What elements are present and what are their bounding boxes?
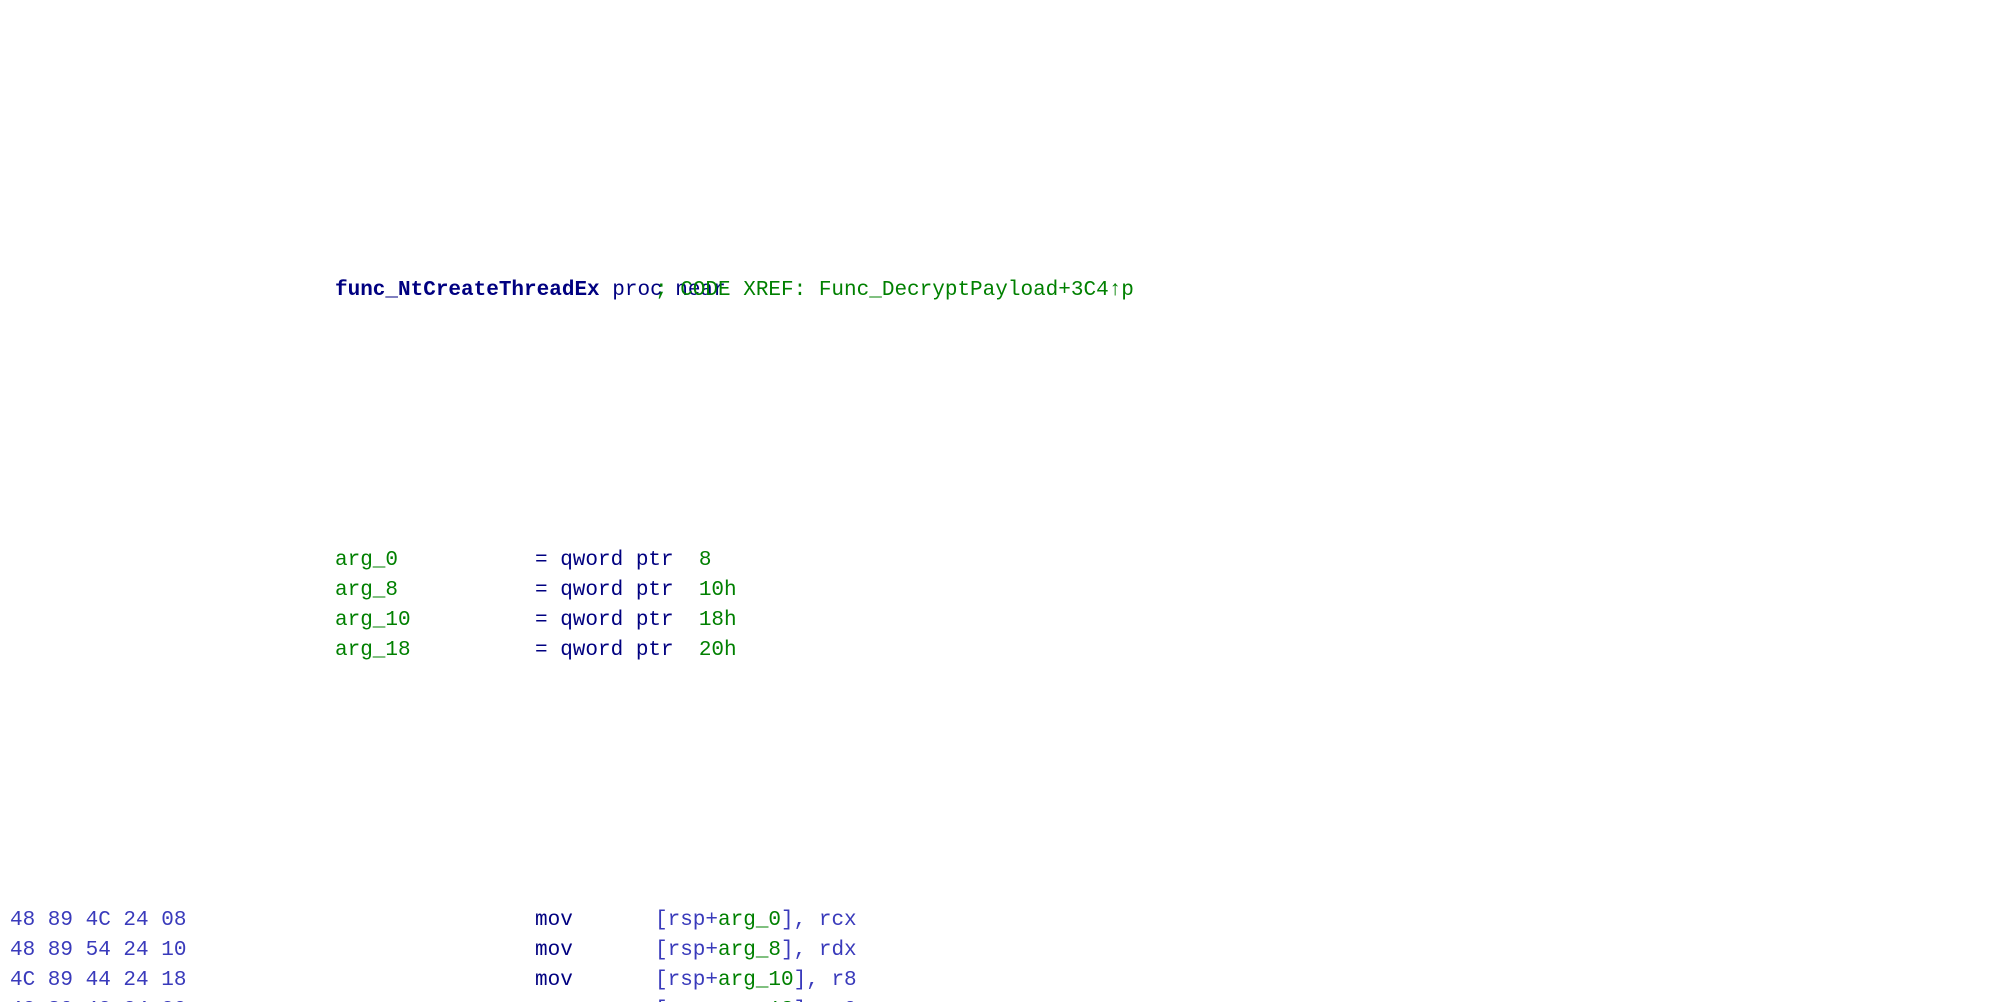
- arg-name: arg_18: [335, 636, 535, 666]
- mnemonic-indent: [335, 996, 535, 1002]
- stack-arg-row: arg_10= qword ptr 18h: [10, 606, 1994, 636]
- mnemonic-indent: [335, 936, 535, 966]
- operand-pre: [rsp+: [655, 969, 718, 992]
- blank-row: [10, 396, 1994, 426]
- operand-arg: arg_8: [718, 939, 781, 962]
- operand-arg: arg_10: [718, 969, 794, 992]
- arg-name: arg_0: [335, 546, 535, 576]
- operands: [rsp+arg_18], r9: [655, 996, 1994, 1002]
- operands: [rsp+arg_0], rcx: [655, 906, 1994, 936]
- opcode-bytes: 4C 89 4C 24 20: [10, 996, 335, 1002]
- operand-post: ], rdx: [781, 939, 857, 962]
- xref-suffix: ↑p: [1109, 279, 1134, 302]
- arg-name: arg_8: [335, 576, 535, 606]
- proc-header-row: func_NtCreateThreadEx proc near ; CODE X…: [10, 276, 1994, 306]
- operand-post: ], r8: [794, 969, 857, 992]
- xref: ; CODE XREF: Func_DecryptPayload+3C4↑p: [655, 276, 1994, 306]
- spacer: [535, 276, 655, 306]
- arg-def: = qword ptr 20h: [535, 636, 1994, 666]
- xref-target[interactable]: Func_DecryptPayload+3C4: [819, 279, 1109, 302]
- arg-def: = qword ptr 8: [535, 546, 1994, 576]
- operand-pre: [rsp+: [655, 909, 718, 932]
- operand-arg: arg_18: [718, 999, 794, 1002]
- operands: [rsp+arg_8], rdx: [655, 936, 1994, 966]
- arg-def: = qword ptr 10h: [535, 576, 1994, 606]
- stack-arg-row: arg_8= qword ptr 10h: [10, 576, 1994, 606]
- bytes-col: [10, 576, 335, 606]
- xref-prefix: ; CODE XREF:: [655, 279, 819, 302]
- bytes-col: [10, 276, 335, 306]
- operands: [rsp+arg_10], r8: [655, 966, 1994, 996]
- operand-post: ], r9: [794, 999, 857, 1002]
- operand-pre: [rsp+: [655, 999, 718, 1002]
- operand-post: ], rcx: [781, 909, 857, 932]
- opcode-bytes: 48 89 4C 24 08: [10, 906, 335, 936]
- mnemonic: mov: [535, 936, 655, 966]
- arg-def: = qword ptr 18h: [535, 606, 1994, 636]
- label-col: func_NtCreateThreadEx proc near: [335, 276, 535, 306]
- instruction-row[interactable]: 4C 89 44 24 18 mov[rsp+arg_10], r8: [10, 966, 1994, 996]
- bytes-col: [10, 546, 335, 576]
- operand-pre: [rsp+: [655, 939, 718, 962]
- blank-row: [10, 756, 1994, 786]
- stack-arg-row: arg_0= qword ptr 8: [10, 546, 1994, 576]
- disassembly-listing[interactable]: func_NtCreateThreadEx proc near ; CODE X…: [0, 150, 2004, 1002]
- mnemonic-indent: [335, 906, 535, 936]
- mnemonic: mov: [535, 966, 655, 996]
- instruction-row[interactable]: 4C 89 4C 24 20 mov[rsp+arg_18], r9: [10, 996, 1994, 1002]
- mnemonic-indent: [335, 966, 535, 996]
- instruction-row[interactable]: 48 89 54 24 10 mov[rsp+arg_8], rdx: [10, 936, 1994, 966]
- mnemonic: mov: [535, 906, 655, 936]
- instruction-row[interactable]: 48 89 4C 24 08 mov[rsp+arg_0], rcx: [10, 906, 1994, 936]
- mnemonic: mov: [535, 996, 655, 1002]
- arg-name: arg_10: [335, 606, 535, 636]
- stack-arg-row: arg_18= qword ptr 20h: [10, 636, 1994, 666]
- opcode-bytes: 4C 89 44 24 18: [10, 966, 335, 996]
- bytes-col: [10, 606, 335, 636]
- opcode-bytes: 48 89 54 24 10: [10, 936, 335, 966]
- operand-arg: arg_0: [718, 909, 781, 932]
- bytes-col: [10, 636, 335, 666]
